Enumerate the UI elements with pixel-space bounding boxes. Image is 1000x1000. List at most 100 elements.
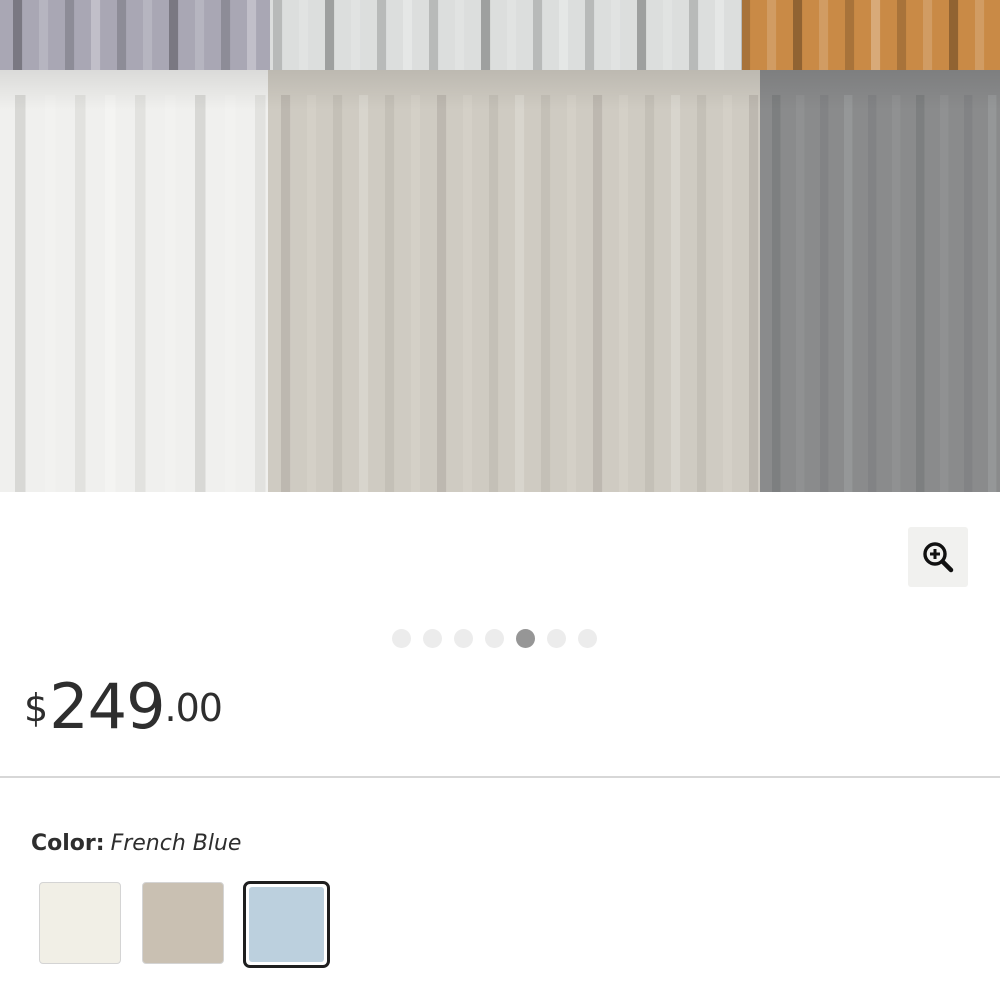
price-dollars: 249: [49, 670, 165, 743]
curtain-fold: [13, 0, 23, 75]
curtain-fold: [949, 0, 959, 75]
curtain-fold: [255, 95, 266, 492]
curtain-fold: [844, 95, 853, 492]
curtain-fold: [871, 0, 881, 75]
curtain-fold: [637, 0, 647, 75]
curtain-fold: [567, 95, 577, 492]
curtain-fold: [117, 0, 127, 75]
curtain-fold: [225, 95, 236, 492]
curtain-fold: [463, 95, 473, 492]
curtain-fold: [715, 0, 725, 75]
product-image[interactable]: [0, 0, 1000, 492]
curtain-fold: [307, 95, 317, 492]
zoom-button[interactable]: [908, 527, 968, 587]
color-swatch-french-blue[interactable]: [243, 881, 330, 968]
carousel-dot[interactable]: [392, 628, 411, 648]
curtain-fold: [741, 0, 751, 75]
curtain-fold: [91, 0, 101, 75]
curtain-fold: [671, 95, 681, 492]
curtain-fold: [559, 0, 569, 75]
curtain-fold: [195, 95, 206, 492]
curtain-fold: [975, 0, 985, 75]
curtain-fold: [325, 0, 335, 75]
curtain-fold: [767, 0, 777, 75]
curtain-fold: [437, 95, 447, 492]
curtain-fold: [749, 95, 759, 492]
curtain-fold: [143, 0, 153, 75]
curtain-fold: [845, 0, 855, 75]
curtain-fold: [533, 0, 543, 75]
carousel-dot[interactable]: [423, 628, 442, 648]
curtain-fold: [165, 95, 176, 492]
curtain-fold: [351, 0, 361, 75]
curtain-fold: [541, 95, 551, 492]
curtain-fold: [403, 0, 413, 75]
curtain-fold: [15, 95, 26, 492]
curtain-fold: [507, 0, 517, 75]
curtain-fold: [45, 95, 56, 492]
curtain-fold: [645, 95, 655, 492]
curtain-fold: [820, 95, 829, 492]
curtain-fold: [75, 95, 86, 492]
curtain-fold: [940, 95, 949, 492]
curtain-fold: [135, 95, 146, 492]
zoom-in-icon: [923, 542, 954, 573]
color-swatch-greige[interactable]: [142, 882, 224, 964]
carousel-dot[interactable]: [578, 628, 597, 648]
carousel-dot[interactable]: [516, 628, 535, 648]
product-price: $ 249 .00: [24, 670, 223, 746]
curtain-fold: [663, 0, 673, 75]
curtain-fold: [723, 95, 733, 492]
curtain-fold: [772, 95, 781, 492]
curtain-fold: [515, 95, 525, 492]
curtain-fold: [988, 95, 997, 492]
selected-color-name: French Blue: [110, 831, 242, 856]
divider: [0, 776, 1000, 778]
curtain-fold: [429, 0, 439, 75]
curtain-fold: [697, 95, 707, 492]
carousel-dot[interactable]: [547, 628, 566, 648]
curtain-fold: [377, 0, 387, 75]
curtain-fold: [39, 0, 49, 75]
curtain-photo: [0, 0, 1000, 492]
curtain-fold: [65, 0, 75, 75]
curtain-fold: [964, 95, 973, 492]
curtain-fold: [796, 95, 805, 492]
curtain-fold: [611, 0, 621, 75]
curtain-fold: [689, 0, 699, 75]
price-cents: .00: [164, 686, 223, 730]
color-swatch-french-blue-fill: [249, 887, 324, 962]
carousel-dots: [392, 628, 597, 648]
curtain-fold: [247, 0, 257, 75]
curtain-fold: [359, 95, 369, 492]
curtain-fold: [892, 95, 901, 492]
curtain-fold: [169, 0, 179, 75]
curtain-fold: [299, 0, 309, 75]
curtain-fold: [923, 0, 933, 75]
curtain-fold: [897, 0, 907, 75]
carousel-dot[interactable]: [454, 628, 473, 648]
color-label-key: Color:: [31, 831, 105, 856]
curtain-fold: [819, 0, 829, 75]
curtain-fold: [489, 95, 499, 492]
color-label: Color: French Blue: [31, 831, 241, 856]
curtain-fold: [619, 95, 629, 492]
curtain-fold: [105, 95, 116, 492]
curtain-fold: [868, 95, 877, 492]
curtain-fold: [221, 0, 231, 75]
curtain-fold: [585, 0, 595, 75]
curtain-fold: [481, 0, 491, 75]
color-swatch-ivory[interactable]: [39, 882, 121, 964]
curtain-fold: [411, 95, 421, 492]
curtain-fold: [793, 0, 803, 75]
curtain-fold: [593, 95, 603, 492]
curtain-fold: [333, 95, 343, 492]
curtain-fold: [385, 95, 395, 492]
curtain-fold: [281, 95, 291, 492]
curtain-fold: [916, 95, 925, 492]
carousel-dot[interactable]: [485, 628, 504, 648]
curtain-fold: [455, 0, 465, 75]
price-currency: $: [24, 686, 48, 730]
curtain-fold: [195, 0, 205, 75]
curtain-fold: [273, 0, 283, 75]
